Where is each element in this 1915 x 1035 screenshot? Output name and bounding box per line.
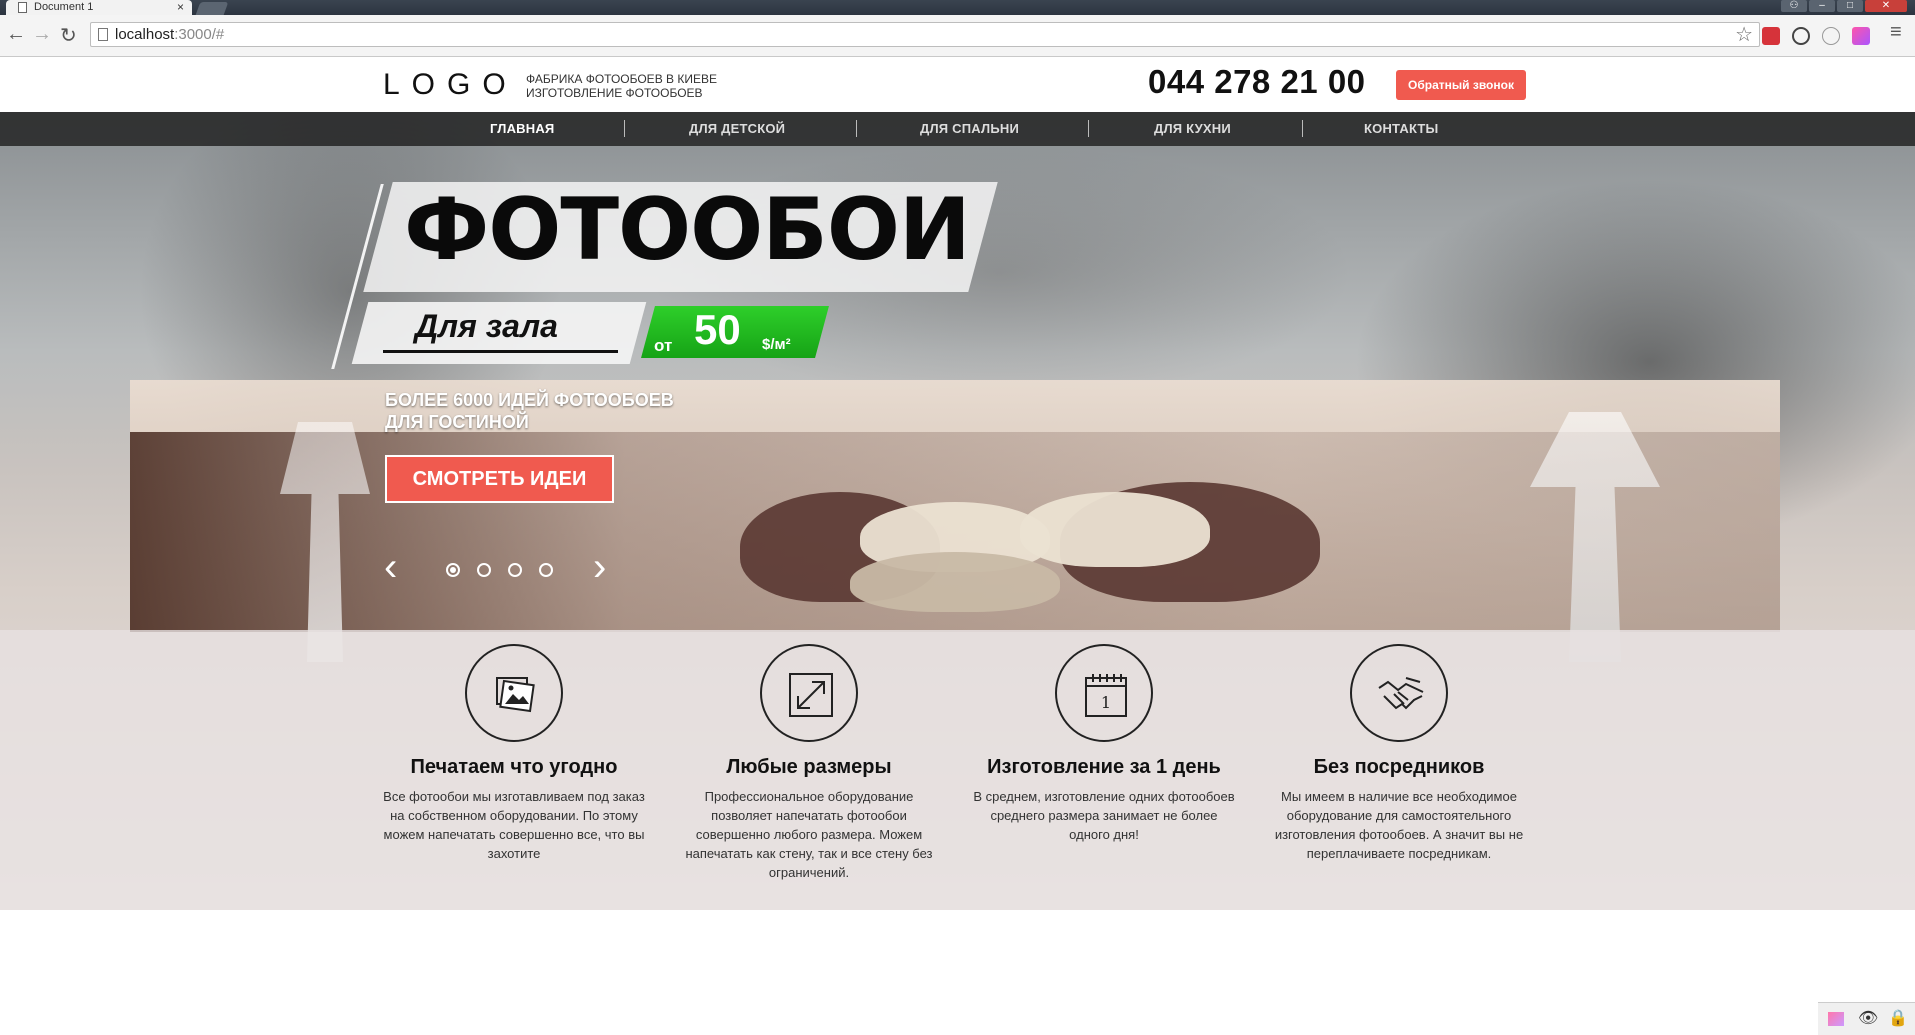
slider-dot-4[interactable] [539,563,553,577]
menu-separator [1302,120,1303,137]
hero-bg-pillow [850,552,1060,612]
user-icon[interactable]: ⚇ [1781,0,1807,12]
browser-tabbar: Document 1 × ⚇ – □ ✕ [0,0,1915,15]
svg-text:1: 1 [1101,693,1111,712]
minimize-icon[interactable]: – [1809,0,1835,12]
menu-icon[interactable]: ≡ [1890,21,1902,44]
tagline-line-1: Фабрика фотообоев в Киеве [526,72,717,86]
window-controls: ⚇ – □ ✕ [1781,0,1907,14]
price-prefix: от [654,336,673,355]
main-menu: Главная Для детской Для спальни Для кухн… [0,112,1915,146]
photos-icon [465,644,563,742]
feature-title: Любые размеры [726,756,892,778]
feature-card: Любые размеры Профессиональное оборудова… [674,644,944,882]
hero-title: ФОТООБОИ [404,180,971,280]
browser-tab[interactable]: Document 1 × [6,0,192,15]
url-host: localhost [115,26,175,43]
feature-title: Изготовление за 1 день [987,756,1221,778]
feature-text: Мы имеем в наличие все необходимое обору… [1274,789,1524,861]
slider-next-icon[interactable]: › [593,547,606,587]
close-window-icon[interactable]: ✕ [1865,0,1907,12]
new-tab-button[interactable] [195,2,229,15]
bookmark-star-icon[interactable]: ☆ [1735,22,1753,47]
url-rest: :3000/# [174,26,225,43]
address-bar: ← → ↻ localhost:3000/# ☆ ≡ [0,15,1915,57]
hero-bg-pillow [1020,492,1210,567]
tab-title: Document 1 [34,1,94,13]
extension-icon-color[interactable] [1852,27,1870,45]
extension-icon-a[interactable] [1822,27,1840,45]
forward-icon[interactable]: → [32,23,52,46]
feature-card: Без посредников Мы имеем в наличие все н… [1264,644,1534,863]
hero-desc-line-1: Более 6000 идей фотообоев [385,390,674,410]
feature-title: Без посредников [1313,756,1485,778]
menu-item-kids[interactable]: Для детской [689,121,785,136]
hero-desc-line-2: для гостиной [385,412,529,432]
handshake-icon [1350,644,1448,742]
menu-separator [1088,120,1089,137]
feature-text: В среднем, изготовление одних фотообоев … [973,789,1235,842]
hero-subtitle: Для зала [415,308,558,344]
tagline: Фабрика фотообоев в Киеве Изготовление ф… [526,72,717,100]
feature-text: Профессиональное оборудование позволяет … [685,789,933,880]
slider-dot-3[interactable] [508,563,522,577]
logo[interactable]: LOGO [383,68,518,102]
menu-item-contacts[interactable]: Контакты [1364,121,1438,136]
status-tray: 👁 🔒 [1818,1002,1915,1035]
price-unit: $/м² [762,336,791,353]
document-icon [18,2,27,13]
phone-number[interactable]: 044 278 21 00 [1148,63,1366,101]
maximize-icon[interactable]: □ [1837,0,1863,12]
extension-icon-red[interactable] [1762,27,1780,45]
calendar-icon: 1 [1055,644,1153,742]
feature-text: Все фотообои мы изготавливаем под заказ … [383,789,645,861]
menu-item-home[interactable]: Главная [490,121,554,136]
menu-item-kitchen[interactable]: Для кухни [1154,121,1231,136]
url-input[interactable]: localhost:3000/# ☆ [90,22,1760,47]
hero-slider: Главная Для детской Для спальни Для кухн… [0,112,1915,910]
feature-card: 1 Изготовление за 1 день В среднем, изго… [969,644,1239,844]
feature-title: Печатаем что угодно [410,756,618,778]
subtitle-underline [383,350,618,353]
callback-button[interactable]: Обратный звонок [1396,70,1526,100]
slider-prev-icon[interactable]: ‹ [384,547,397,587]
slider-dot-2[interactable] [477,563,491,577]
lock-icon[interactable]: 🔒 [1888,1008,1908,1028]
hero-description: Более 6000 идей фотообоев для гостиной [385,389,674,433]
site-header: LOGO Фабрика фотообоев в Киеве Изготовле… [0,57,1915,112]
tab-close-icon[interactable]: × [177,0,184,14]
feature-card: Печатаем что угодно Все фотообои мы изго… [379,644,649,863]
eye-icon[interactable]: 👁 [1858,1008,1878,1028]
back-icon[interactable]: ← [6,23,26,46]
page-icon [98,28,108,41]
features-section: Печатаем что угодно Все фотообои мы изго… [0,630,1915,910]
extension-icon-sync[interactable] [1792,27,1810,45]
extension-tray-icon[interactable] [1828,1012,1844,1026]
resize-icon [760,644,858,742]
menu-separator [624,120,625,137]
menu-separator [856,120,857,137]
slider-dot-1[interactable] [446,563,460,577]
view-ideas-button[interactable]: Смотреть идеи [385,455,614,503]
price-value: 50 [694,306,741,353]
reload-icon[interactable]: ↻ [60,23,77,48]
tagline-line-2: Изготовление фотообоев [526,86,703,100]
menu-item-bedroom[interactable]: Для спальни [920,121,1019,136]
